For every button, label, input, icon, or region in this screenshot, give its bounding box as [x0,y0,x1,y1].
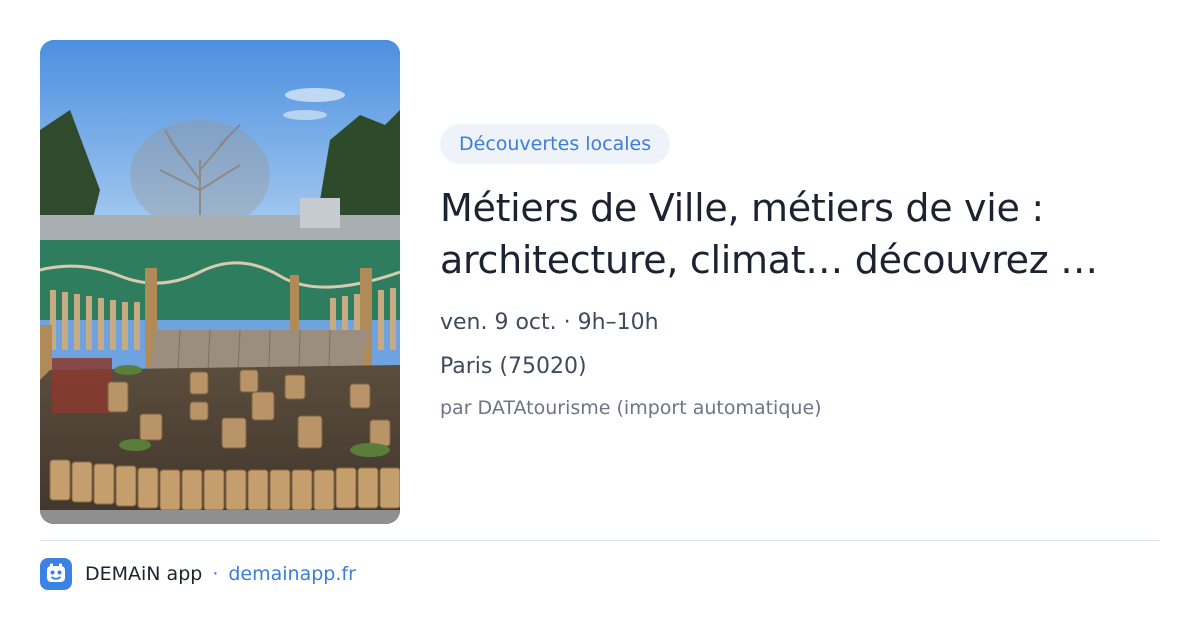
event-photo [40,40,400,524]
footer-separator: · [212,563,219,585]
event-card[interactable]: Découvertes locales Métiers de Ville, mé… [0,0,1200,630]
app-logo-icon[interactable] [40,558,72,590]
app-domain-link[interactable]: demainapp.fr [228,563,356,585]
category-badge[interactable]: Découvertes locales [440,124,671,164]
app-name[interactable]: DEMAiN app [85,563,202,585]
footer: DEMAiN app · demainapp.fr [40,558,356,590]
event-date: ven. 9 oct. · 9h–10h [440,310,659,335]
event-title-line-1: Métiers de Ville, métiers de vie : [440,186,1044,230]
footer-divider [40,540,1160,541]
event-source: par DATAtourisme (import automatique) [440,397,822,419]
event-title-line-2: architecture, climat… découvrez … [440,238,1098,282]
event-details: Découvertes locales Métiers de Ville, mé… [440,124,1160,422]
playground-image [40,40,400,524]
event-location: Paris (75020) [440,354,587,379]
event-title[interactable]: Métiers de Ville, métiers de vie : archi… [440,182,1160,286]
